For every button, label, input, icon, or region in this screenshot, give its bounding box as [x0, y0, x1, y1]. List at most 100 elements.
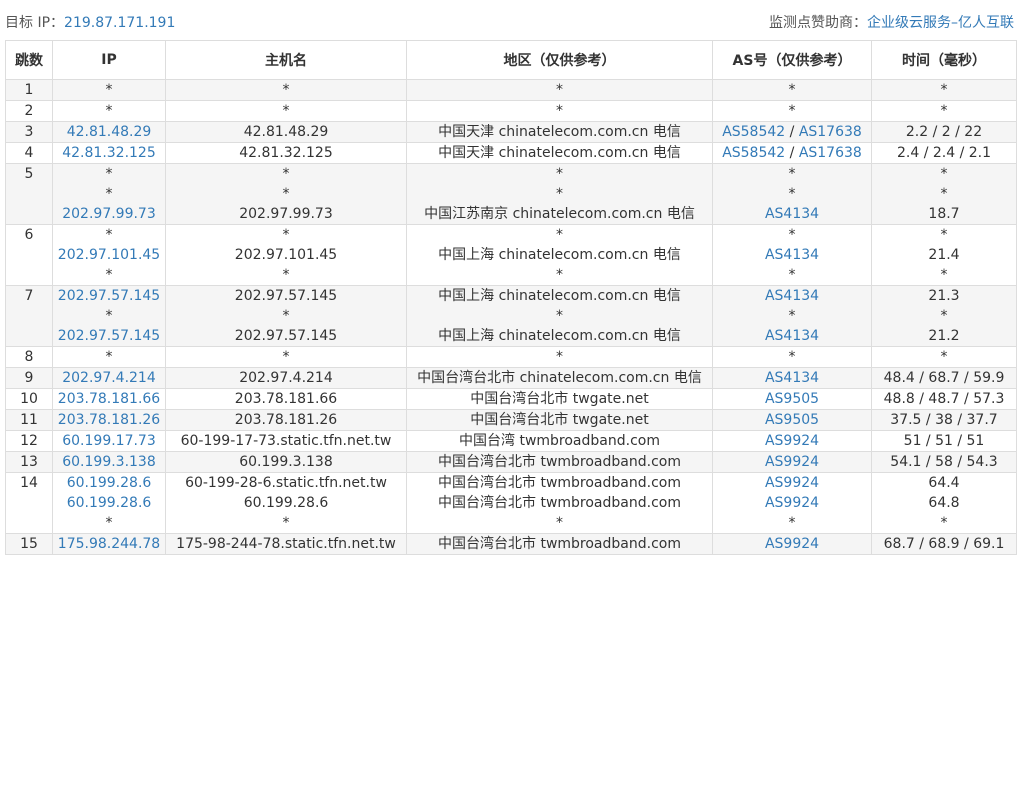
region-text: *	[556, 166, 563, 182]
as-placeholder: *	[788, 227, 796, 243]
sponsor-link[interactable]: 企业级云服务–亿人互联	[867, 15, 1014, 31]
as-link[interactable]: AS4134	[765, 370, 819, 386]
latency-text: *	[940, 103, 948, 119]
as-link[interactable]: AS4134	[765, 206, 819, 222]
as-link[interactable]: AS4134	[765, 247, 819, 263]
hostname-text: *	[282, 515, 290, 531]
time-cell: 37.5 / 38 / 37.7	[871, 409, 1017, 431]
ip-placeholder: *	[105, 166, 113, 182]
table-row: 3 42.81.48.29 42.81.48.29 中国天津 chinatelecom…	[5, 121, 1017, 143]
ip-link[interactable]: 202.97.4.214	[53, 368, 165, 388]
hop-number-cell: 1	[5, 79, 53, 101]
time-cell: 48.8 / 48.7 / 57.3	[871, 388, 1017, 410]
target-ip-link[interactable]: 219.87.171.191	[64, 15, 175, 31]
hop-number-cell: 15	[5, 533, 53, 555]
as-link[interactable]: AS17638	[799, 145, 862, 161]
ip-link[interactable]: 202.97.101.45	[53, 245, 165, 265]
time-cell: * 21.4 *	[871, 224, 1017, 286]
as-link[interactable]: AS58542	[722, 145, 785, 161]
region-text: 中国台湾台北市 twmbroadband.com	[438, 536, 681, 552]
target-ip-label: 目标 IP：	[5, 15, 65, 31]
region-text: 中国台湾台北市 twmbroadband.com	[438, 454, 681, 470]
time-cell: 2.2 / 2 / 22	[871, 121, 1017, 143]
as-link[interactable]: AS9924	[765, 495, 819, 511]
as-link[interactable]: AS9505	[765, 412, 819, 428]
region-text: *	[556, 82, 563, 98]
ip-placeholder: *	[105, 267, 113, 283]
ip-link[interactable]: 60.199.28.6	[53, 473, 165, 493]
table-row: 4 42.81.32.125 42.81.32.125 中国天津 chinatelec…	[5, 142, 1017, 164]
as-link[interactable]: AS9924	[765, 536, 819, 552]
as-link[interactable]: AS9924	[765, 475, 819, 491]
as-link[interactable]: AS9924	[765, 454, 819, 470]
region-text: *	[556, 186, 563, 202]
hostname-cell: 203.78.181.66	[165, 388, 407, 410]
ip-link[interactable]: 203.78.181.66	[53, 389, 165, 409]
ip-link[interactable]: 60.199.3.138	[53, 452, 165, 472]
as-link[interactable]: AS9505	[765, 391, 819, 407]
column-header-hop: 跳数	[5, 40, 53, 80]
as-line: AS9505	[713, 389, 871, 409]
ip-link[interactable]: 202.97.57.145	[53, 326, 165, 346]
ip-link[interactable]: 60.199.28.6	[53, 493, 165, 513]
as-cell: AS9505	[712, 409, 872, 431]
ip-cell: 42.81.32.125	[52, 142, 166, 164]
ip-link[interactable]: 42.81.48.29	[53, 122, 165, 142]
as-line: AS9924	[713, 493, 871, 513]
ip-link[interactable]: 202.97.99.73	[53, 204, 165, 224]
ip-link[interactable]: 42.81.32.125	[53, 143, 165, 163]
region-text: 中国天津 chinatelecom.com.cn 电信	[438, 124, 681, 140]
hop-number: 1	[24, 82, 34, 98]
hop-number-cell: 4	[5, 142, 53, 164]
region-text: 中国台湾台北市 twgate.net	[470, 391, 649, 407]
ip-link[interactable]: 203.78.181.26	[53, 410, 165, 430]
as-line: AS9924	[713, 452, 871, 472]
region-cell: 中国天津 chinatelecom.com.cn 电信	[406, 121, 713, 143]
region-cell: 中国台湾台北市 twmbroadband.com	[406, 451, 713, 473]
latency-text: 48.4 / 68.7 / 59.9	[883, 370, 1005, 386]
hostname-text: 42.81.32.125	[239, 145, 333, 161]
as-separator: /	[785, 124, 799, 140]
table-row: 14 60.199.28.6 60.199.28.6 * 60-199-28-6.sta…	[5, 472, 1017, 534]
hop-number: 6	[24, 227, 34, 243]
hop-number: 4	[24, 145, 34, 161]
sponsor-label: 监测点赞助商：	[769, 15, 867, 31]
hostname-text: *	[282, 227, 290, 243]
ip-link[interactable]: 60.199.17.73	[53, 431, 165, 451]
hostname-cell: 42.81.48.29	[165, 121, 407, 143]
region-text: 中国台湾台北市 twgate.net	[470, 412, 649, 428]
as-cell: AS9924	[712, 533, 872, 555]
table-row: 1 * * * * *	[5, 79, 1017, 101]
hostname-cell: * 202.97.101.45 *	[165, 224, 407, 286]
ip-link[interactable]: 175.98.244.78	[53, 534, 165, 554]
as-line: AS58542 / AS17638	[713, 122, 871, 142]
as-cell: * AS4134 *	[712, 224, 872, 286]
hop-number: 12	[20, 433, 38, 449]
table-row: 12 60.199.17.73 60-199-17-73.static.tfn.ne…	[5, 430, 1017, 452]
latency-text: *	[940, 267, 948, 283]
latency-text: *	[940, 308, 948, 324]
hop-number: 10	[20, 391, 38, 407]
hop-number: 14	[20, 475, 38, 491]
hostname-text: *	[282, 103, 290, 119]
region-text: 中国上海 chinatelecom.com.cn 电信	[438, 328, 681, 344]
ip-cell: 202.97.57.145 * 202.97.57.145	[52, 285, 166, 347]
as-link[interactable]: AS4134	[765, 288, 819, 304]
ip-link[interactable]: 202.97.57.145	[53, 286, 165, 306]
as-placeholder: *	[788, 349, 796, 365]
ip-placeholder: *	[105, 515, 113, 531]
hop-number: 2	[24, 103, 34, 119]
latency-text: 68.7 / 68.9 / 69.1	[883, 536, 1005, 552]
as-link[interactable]: AS17638	[799, 124, 862, 140]
as-link[interactable]: AS58542	[722, 124, 785, 140]
hop-number-cell: 6	[5, 224, 53, 286]
as-placeholder: *	[788, 82, 796, 98]
hop-number-cell: 14	[5, 472, 53, 534]
as-link[interactable]: AS9924	[765, 433, 819, 449]
hostname-text: 60-199-28-6.static.tfn.net.tw	[185, 475, 387, 491]
as-cell: AS4134 * AS4134	[712, 285, 872, 347]
as-link[interactable]: AS4134	[765, 328, 819, 344]
hostname-text: 203.78.181.66	[234, 391, 338, 407]
region-text: *	[556, 515, 563, 531]
latency-text: 51 / 51 / 51	[903, 433, 985, 449]
